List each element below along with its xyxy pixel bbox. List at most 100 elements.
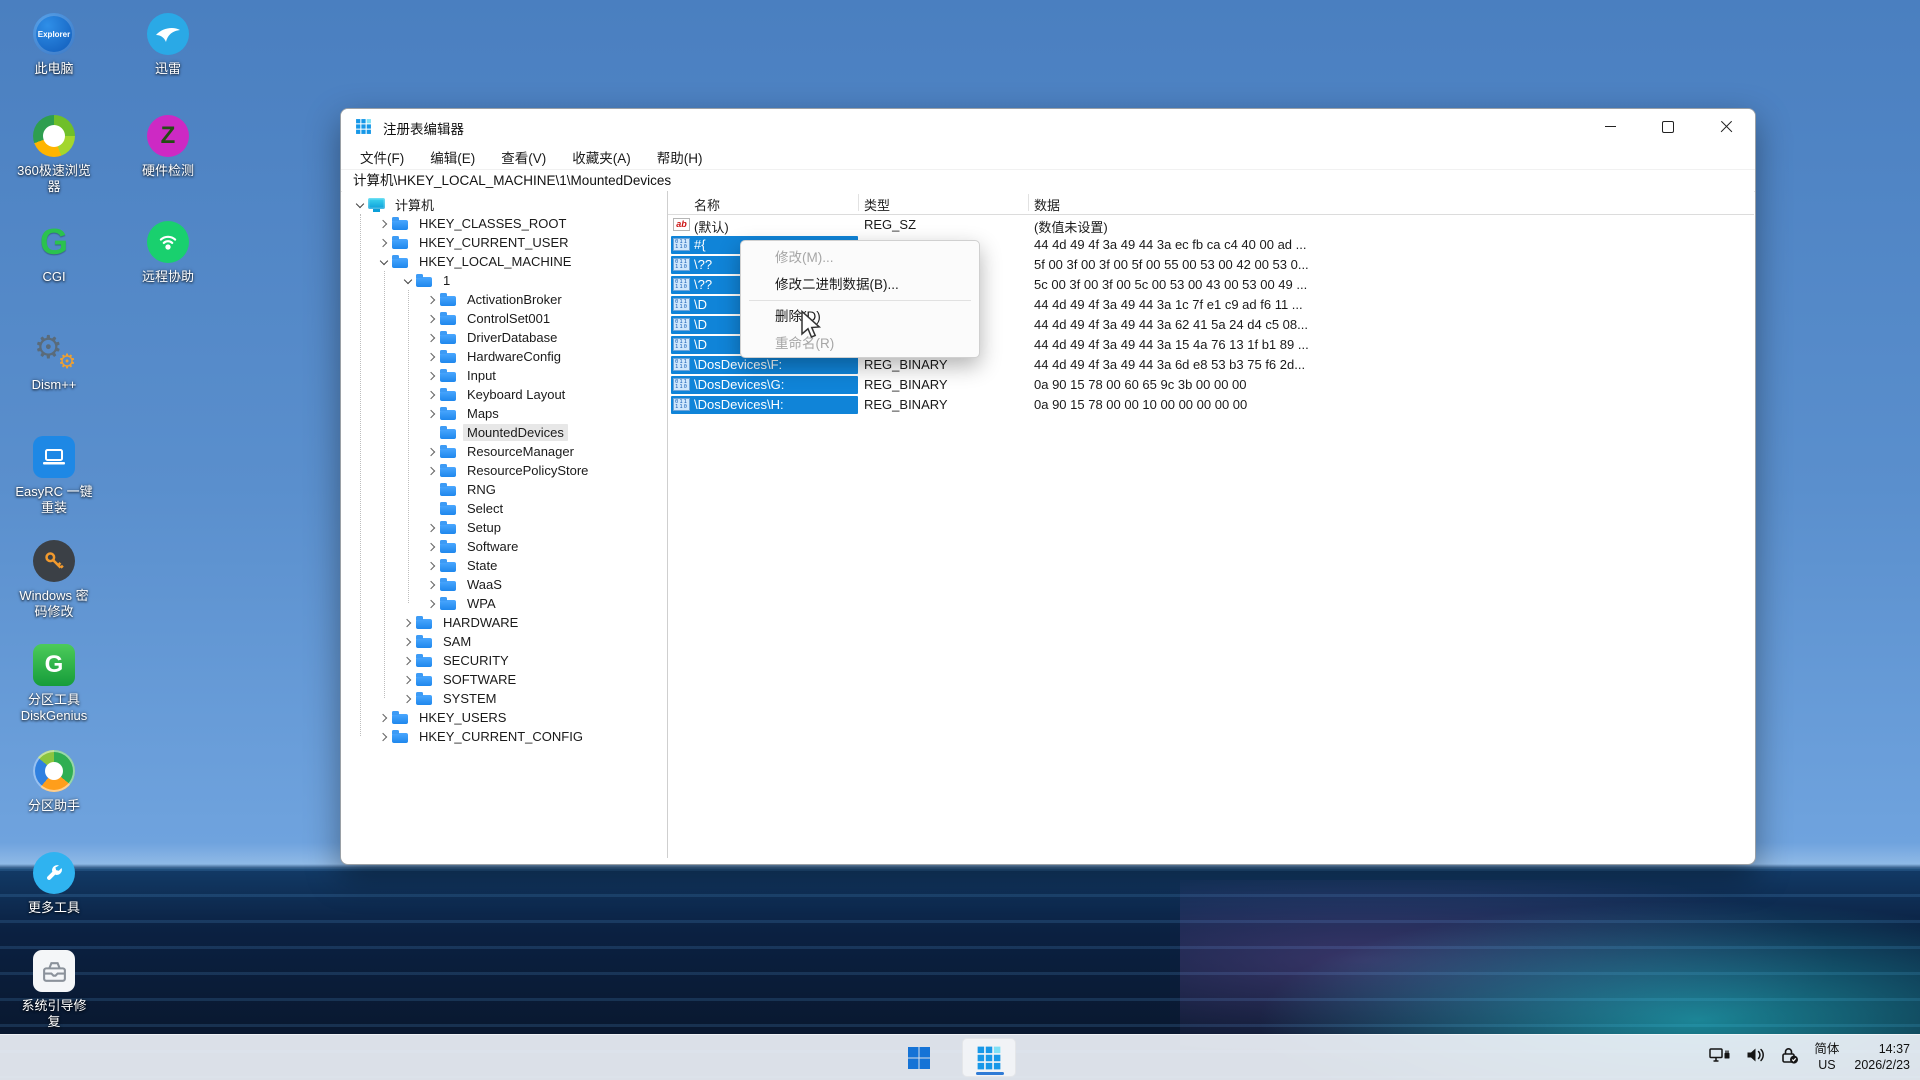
tree-item[interactable]: Setup	[342, 518, 667, 537]
chevron-right-icon[interactable]	[400, 634, 416, 650]
desktop-icon-hardware-check[interactable]: Z 硬件检测	[120, 114, 216, 179]
taskbar-clock[interactable]: 14:37 2026/2/23	[1854, 1042, 1910, 1073]
registry-editor-window: 注册表编辑器 文件(F) 编辑(E) 查看(V) 收藏夹(A) 帮助(H) 计算…	[340, 108, 1756, 865]
column-separator[interactable]	[1028, 194, 1029, 211]
desktop-icon-diskgenius[interactable]: G 分区工具 DiskGenius	[6, 643, 102, 725]
tree-item[interactable]: HardwareConfig	[342, 347, 667, 366]
chevron-right-icon[interactable]	[376, 216, 392, 232]
desktop-icon-360-browser[interactable]: 360极速浏览 器	[6, 114, 102, 196]
title-bar[interactable]: 注册表编辑器	[341, 109, 1755, 144]
chevron-right-icon[interactable]	[424, 311, 440, 327]
chevron-down-icon[interactable]	[376, 254, 392, 270]
tree-item[interactable]: SECURITY	[342, 651, 667, 670]
chevron-down-icon[interactable]	[400, 273, 416, 289]
chevron-right-icon[interactable]	[376, 235, 392, 251]
tree-item[interactable]: SYSTEM	[342, 689, 667, 708]
desktop-icon-partition-assistant[interactable]: 分区助手	[6, 749, 102, 814]
chevron-right-icon[interactable]	[400, 653, 416, 669]
registry-value-row[interactable]: \DosDevices\G:REG_BINARY0a 90 15 78 00 6…	[668, 375, 1754, 395]
tree-item[interactable]: ResourceManager	[342, 442, 667, 461]
desktop-icon-this-pc[interactable]: Explorer 此电脑	[6, 12, 102, 77]
chevron-right-icon[interactable]	[424, 292, 440, 308]
desktop-icon-xunlei[interactable]: 迅雷	[120, 12, 216, 77]
chevron-right-icon[interactable]	[424, 406, 440, 422]
tree-item[interactable]: State	[342, 556, 667, 575]
desktop-icon-boot-repair[interactable]: 系统引导修 复	[6, 949, 102, 1031]
menu-help[interactable]: 帮助(H)	[644, 144, 716, 170]
desktop-icon-cgi[interactable]: G CGI	[6, 220, 102, 285]
maximize-button[interactable]	[1639, 109, 1697, 144]
tree-item[interactable]: HKEY_CURRENT_USER	[342, 233, 667, 252]
chevron-right-icon[interactable]	[424, 349, 440, 365]
tree-item[interactable]: HKEY_USERS	[342, 708, 667, 727]
chevron-right-icon[interactable]	[424, 463, 440, 479]
tree-item[interactable]: RNG	[342, 480, 667, 499]
chevron-right-icon[interactable]	[424, 387, 440, 403]
chevron-right-icon[interactable]	[424, 330, 440, 346]
volume-icon[interactable]	[1746, 1047, 1766, 1068]
tree-item[interactable]: WaaS	[342, 575, 667, 594]
chevron-right-icon[interactable]	[424, 368, 440, 384]
input-method-indicator[interactable]: 简体 US	[1814, 1042, 1839, 1073]
tree-item[interactable]: DriverDatabase	[342, 328, 667, 347]
tree-item-mounteddevices[interactable]: MountedDevices	[342, 423, 667, 442]
taskbar-app-regedit[interactable]	[962, 1038, 1016, 1077]
tree-item[interactable]: Select	[342, 499, 667, 518]
registry-value-row[interactable]: \DosDevices\F:REG_BINARY44 4d 49 4f 3a 4…	[668, 355, 1754, 375]
tree-item[interactable]: Keyboard Layout	[342, 385, 667, 404]
desktop-icon-windows-password[interactable]: Windows 密 码修改	[6, 539, 102, 621]
tree-item[interactable]: Software	[342, 537, 667, 556]
column-header-type[interactable]: 类型	[864, 195, 890, 214]
menu-file[interactable]: 文件(F)	[347, 144, 417, 170]
tree-item[interactable]: HKEY_CURRENT_CONFIG	[342, 727, 667, 746]
security-lock-icon[interactable]	[1781, 1047, 1799, 1069]
tree-item[interactable]: SOFTWARE	[342, 670, 667, 689]
tree-item[interactable]: ResourcePolicyStore	[342, 461, 667, 480]
menu-view[interactable]: 查看(V)	[488, 144, 559, 170]
tree-item[interactable]: 1	[342, 271, 667, 290]
registry-value-row[interactable]: (默认)REG_SZ(数值未设置)	[668, 215, 1754, 235]
start-button[interactable]	[898, 1038, 940, 1077]
desktop-icon-label: CGI	[6, 269, 102, 285]
context-menu-item-delete[interactable]: 删除(D)	[741, 303, 979, 330]
context-menu-item-modify: 修改(M)...	[741, 244, 979, 271]
chevron-right-icon[interactable]	[424, 577, 440, 593]
tree-item[interactable]: WPA	[342, 594, 667, 613]
column-separator[interactable]	[858, 194, 859, 211]
desktop-icon-easyrc[interactable]: EasyRC 一键 重装	[6, 435, 102, 517]
tree-item[interactable]: HKEY_CLASSES_ROOT	[342, 214, 667, 233]
chevron-right-icon[interactable]	[400, 672, 416, 688]
chevron-right-icon[interactable]	[424, 539, 440, 555]
tree-item[interactable]: SAM	[342, 632, 667, 651]
tree-item[interactable]: Maps	[342, 404, 667, 423]
menu-favorites[interactable]: 收藏夹(A)	[559, 144, 644, 170]
registry-value-row[interactable]: \DosDevices\H:REG_BINARY0a 90 15 78 00 0…	[668, 395, 1754, 415]
tree-item[interactable]: Input	[342, 366, 667, 385]
context-menu-item-modify-binary[interactable]: 修改二进制数据(B)...	[741, 271, 979, 298]
chevron-right-icon[interactable]	[376, 729, 392, 745]
value-data: 0a 90 15 78 00 60 65 9c 3b 00 00 00	[1034, 377, 1247, 392]
network-icon[interactable]	[1709, 1047, 1731, 1069]
tree-item[interactable]: ControlSet001	[342, 309, 667, 328]
column-header-name[interactable]: 名称	[694, 195, 720, 214]
chevron-right-icon[interactable]	[400, 615, 416, 631]
column-header-data[interactable]: 数据	[1034, 195, 1060, 214]
close-button[interactable]	[1697, 109, 1755, 144]
address-bar[interactable]: 计算机\HKEY_LOCAL_MACHINE\1\MountedDevices	[341, 169, 1755, 192]
desktop-icon-dism[interactable]: ⚙⚙ Dism++	[6, 328, 102, 393]
desktop-icon-remote-assist[interactable]: 远程协助	[120, 220, 216, 285]
chevron-right-icon[interactable]	[424, 444, 440, 460]
chevron-down-icon[interactable]	[352, 197, 368, 213]
minimize-button[interactable]	[1581, 109, 1639, 144]
tree-item[interactable]: 计算机	[342, 195, 667, 214]
tree-item[interactable]: HKEY_LOCAL_MACHINE	[342, 252, 667, 271]
chevron-right-icon[interactable]	[424, 558, 440, 574]
desktop-icon-more-tools[interactable]: 更多工具	[6, 851, 102, 916]
chevron-right-icon[interactable]	[400, 691, 416, 707]
chevron-right-icon[interactable]	[424, 596, 440, 612]
tree-item[interactable]: ActivationBroker	[342, 290, 667, 309]
chevron-right-icon[interactable]	[424, 520, 440, 536]
menu-edit[interactable]: 编辑(E)	[417, 144, 488, 170]
chevron-right-icon[interactable]	[376, 710, 392, 726]
tree-item[interactable]: HARDWARE	[342, 613, 667, 632]
